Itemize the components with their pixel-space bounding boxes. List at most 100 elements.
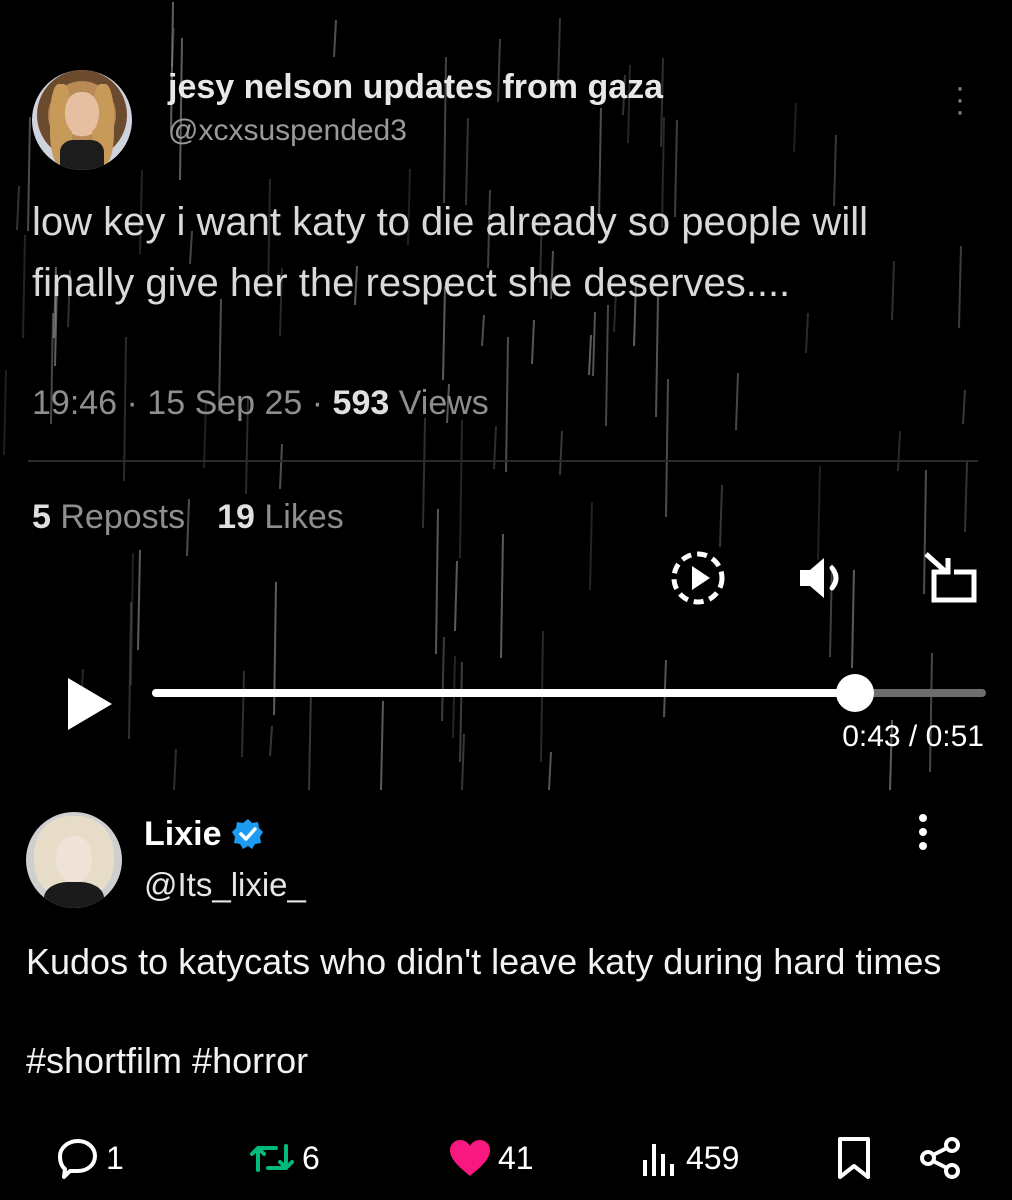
rain-streak [16,185,20,231]
embedded-views-count: 593 [332,384,390,422]
exit-fullscreen-icon [924,552,977,603]
rain-streak [422,417,426,529]
rain-streak [3,369,7,456]
rain-streak [559,430,563,476]
rain-streak [241,670,245,758]
rain-streak [897,430,901,472]
author-row: Lixie [144,812,265,856]
progress-scrubber[interactable] [836,674,875,712]
rain-streak [958,245,962,329]
video-player[interactable]: jesy nelson updates from gaza @xcxsuspen… [0,0,1012,790]
views-button[interactable]: 459 [640,1134,739,1182]
rain-streak [461,733,465,790]
repost-button[interactable]: 6 [248,1134,320,1182]
rain-streak [333,19,337,58]
rain-streak [655,296,659,418]
rain-streak [481,314,485,347]
like-button[interactable]: 41 [448,1134,534,1182]
rain-streak [493,425,497,470]
hashtag-link[interactable]: #shortfilm [26,1040,182,1081]
volume-icon [800,558,839,598]
rain-streak [441,636,445,722]
hashtag-link[interactable]: #horror [192,1040,308,1081]
embedded-more-icon: · · · [955,71,965,128]
display-name[interactable]: Lixie [144,815,221,854]
reply-icon [58,1139,97,1179]
embedded-avatar [32,70,132,170]
rain-streak [531,319,535,365]
rain-streak [548,751,552,790]
rain-streak [170,1,174,133]
rain-streak [735,372,739,431]
rain-streak [805,312,809,354]
share-icon [920,1137,960,1179]
progress-fill [152,689,856,697]
reply-count: 1 [106,1139,124,1176]
heart-icon [450,1140,490,1176]
rain-streak [179,37,183,181]
embedded-stats: 5 Reposts 19 Likes [32,498,344,537]
embedded-handle: @xcxsuspended3 [168,114,407,147]
rain-streak [929,652,933,773]
exit-fullscreen-button[interactable] [920,550,978,606]
rain-streak [665,378,669,518]
bookmark-icon [838,1137,870,1179]
progress-bar[interactable] [152,674,986,712]
repost-icon [250,1144,294,1172]
embedded-post-text: low key i want katy to die already so pe… [32,200,868,305]
rain-streak [589,501,593,591]
replay-icon [671,551,725,605]
rain-streak [793,102,797,153]
rain-streak [269,725,273,757]
rain-streak [500,533,504,659]
rain-streak [592,311,596,377]
embedded-display-name: jesy nelson updates from gaza [168,68,664,106]
rain-streak [851,569,855,669]
embedded-meta: 19:46 · 15 Sep 25 · 593 Views [32,384,489,423]
hashtags: #shortfilm #horror [26,1040,318,1082]
rain-streak [279,443,283,490]
verified-badge-icon [232,819,264,849]
embedded-likes-label: Likes [254,498,344,536]
handle[interactable]: @Its_lixie_ [144,866,306,904]
rain-streak [173,748,177,790]
more-icon [919,814,927,850]
rain-streak [137,549,141,651]
share-button[interactable] [918,1134,962,1182]
post-text: Kudos to katycats who didn't leave katy … [26,941,942,982]
rain-streak [459,661,463,763]
rain-streak [454,560,458,632]
rain-streak [962,389,966,425]
more-button[interactable] [906,812,940,852]
rain-streak [605,304,609,427]
rain-streak [452,655,456,739]
embedded-timestamp: 19:46 · 15 Sep 25 · [32,384,333,422]
rain-streak [22,234,26,339]
play-icon [68,678,112,730]
rain-streak [459,419,463,559]
rain-streak [308,688,312,790]
reply-button[interactable]: 1 [56,1134,124,1182]
rain-streak [817,465,821,561]
avatar[interactable] [26,812,122,908]
rain-streak [435,508,439,655]
bookmark-button[interactable] [836,1134,872,1182]
views-count: 459 [686,1139,740,1176]
time-readout: 0:43 / 0:51 [842,720,984,753]
embedded-likes-count: 19 [217,498,255,536]
replay-button[interactable] [668,548,728,608]
play-button[interactable] [66,676,114,732]
volume-button[interactable] [794,552,850,604]
rain-streak [27,116,31,232]
rain-streak [964,461,968,533]
views-icon [643,1144,674,1176]
rain-streak [719,484,723,548]
embedded-reposts-count: 5 [32,498,51,536]
embedded-reposts-label: Reposts [50,498,186,536]
like-count: 41 [498,1139,534,1176]
rain-streak [588,334,592,376]
rain-streak [130,552,134,686]
embedded-divider [28,460,978,462]
rain-streak [380,700,384,790]
repost-count: 6 [302,1139,320,1176]
